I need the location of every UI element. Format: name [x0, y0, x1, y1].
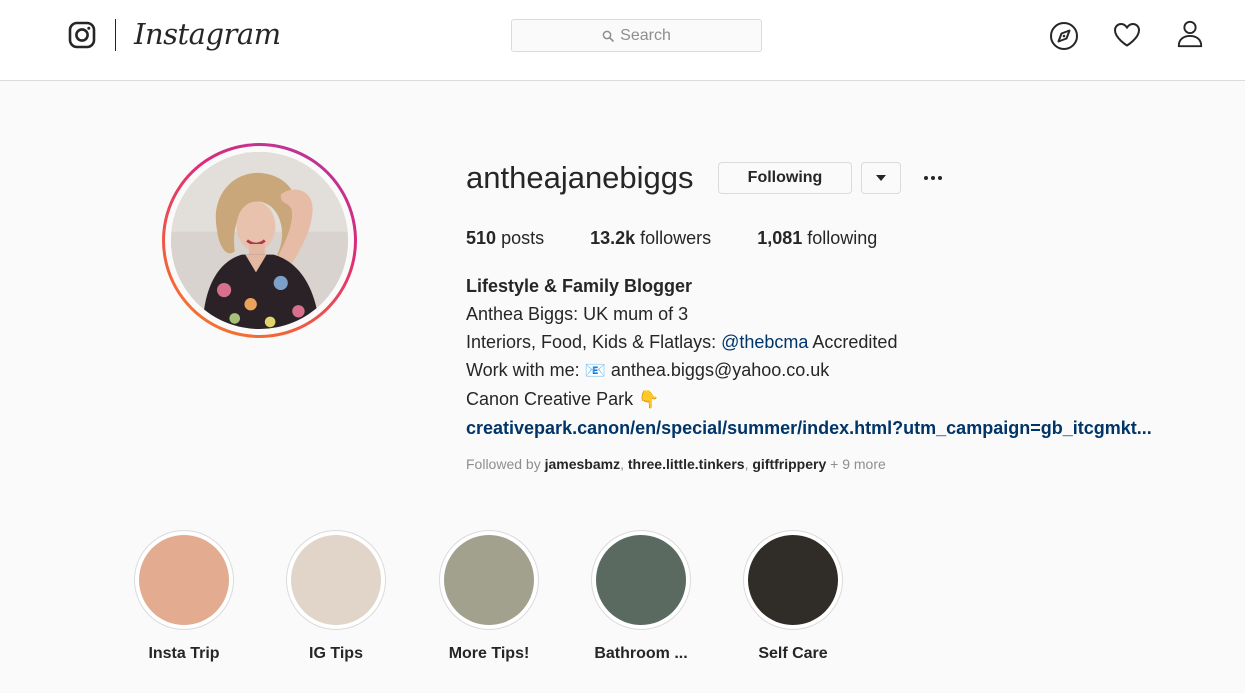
- bio-line: Work with me: 📧 anthea.biggs@yahoo.co.uk: [466, 356, 1152, 385]
- stat-count: 1,081: [757, 228, 803, 248]
- dot-icon: [931, 176, 935, 180]
- followed-by-prefix: Followed by: [466, 456, 545, 472]
- heart-icon[interactable]: [1112, 20, 1142, 50]
- following-button[interactable]: Following: [718, 162, 852, 194]
- avatar-photo: [171, 152, 348, 329]
- highlight-cover: [439, 530, 539, 630]
- highlight-label: IG Tips: [309, 645, 363, 662]
- highlight-label: Bathroom ...: [594, 645, 688, 662]
- bio-text: Interiors, Food, Kids & Flatlays:: [466, 332, 722, 352]
- suggested-accounts-dropdown-button[interactable]: [861, 162, 901, 194]
- highlight-cover: [743, 530, 843, 630]
- highlight-label: Insta Trip: [148, 645, 220, 662]
- highlight-cover: [286, 530, 386, 630]
- search-icon: [602, 30, 614, 42]
- highlight-cover-disc: [444, 535, 534, 625]
- stat-count: 510: [466, 228, 497, 248]
- highlight-self-care[interactable]: Self Care: [733, 530, 853, 664]
- highlight-cover-disc: [748, 535, 838, 625]
- stat-posts: 510 posts: [466, 226, 544, 250]
- stat-label: following: [807, 228, 878, 248]
- stat-following[interactable]: 1,081 following: [757, 226, 877, 250]
- highlight-label: Self Care: [758, 645, 828, 662]
- more-options-button[interactable]: [918, 164, 948, 192]
- pointing-down-icon: 👇: [638, 390, 660, 409]
- stat-label: posts: [501, 228, 545, 248]
- stat-followers[interactable]: 13.2k followers: [590, 226, 711, 250]
- profile-username: antheajanebiggs: [466, 160, 694, 195]
- highlight-cover: [591, 530, 691, 630]
- separator: ,: [620, 456, 628, 472]
- dot-icon: [924, 176, 928, 180]
- highlight-label: More Tips!: [448, 645, 530, 662]
- compass-icon[interactable]: [1049, 21, 1079, 51]
- instagram-wordmark[interactable]: Instagram: [134, 14, 281, 54]
- profile-bio: Lifestyle & Family Blogger Anthea Biggs:…: [466, 272, 1152, 442]
- highlight-insta-trip[interactable]: Insta Trip: [124, 530, 244, 664]
- followed-by-account[interactable]: jamesbamz: [545, 456, 620, 472]
- dot-icon: [938, 176, 942, 180]
- stat-label: followers: [640, 228, 712, 248]
- bio-text: Accredited: [808, 332, 898, 352]
- highlight-bathroom[interactable]: Bathroom ...: [581, 530, 701, 664]
- person-icon[interactable]: [1175, 19, 1205, 49]
- highlight-more-tips[interactable]: More Tips!: [429, 530, 549, 664]
- search-input[interactable]: Search: [511, 19, 762, 52]
- logo-divider: [115, 19, 116, 51]
- profile-avatar[interactable]: [162, 143, 357, 338]
- followed-by-account[interactable]: three.little.tinkers: [628, 456, 745, 472]
- bio-line: Canon Creative Park 👇: [466, 385, 1152, 414]
- bio-line: Interiors, Food, Kids & Flatlays: @thebc…: [466, 328, 1152, 356]
- bio-text: Work with me:: [466, 360, 585, 380]
- bio-line: Anthea Biggs: UK mum of 3: [466, 304, 689, 324]
- followed-by-more: + 9 more: [826, 456, 886, 472]
- stat-count: 13.2k: [590, 228, 636, 248]
- search-placeholder: Search: [620, 26, 671, 44]
- bio-mention-link[interactable]: @thebcma: [721, 332, 808, 352]
- highlight-ig-tips[interactable]: IG Tips: [276, 530, 396, 664]
- highlight-cover-disc: [596, 535, 686, 625]
- highlight-cover-disc: [291, 535, 381, 625]
- followed-by-account[interactable]: giftfrippery: [752, 456, 826, 472]
- bio-display-name: Lifestyle & Family Blogger: [466, 276, 693, 296]
- highlight-cover: [134, 530, 234, 630]
- profile-stats: 510 posts 13.2k followers 1,081 followin…: [466, 226, 923, 250]
- instagram-glyph-icon[interactable]: [68, 21, 96, 49]
- followed-by[interactable]: Followed by jamesbamz, three.little.tink…: [466, 455, 886, 473]
- envelope-icon: 📧: [584, 361, 606, 380]
- caret-down-icon: [876, 175, 886, 181]
- top-nav: Instagram Search: [0, 0, 1245, 81]
- highlight-cover-disc: [139, 535, 229, 625]
- bio-email: anthea.biggs@yahoo.co.uk: [605, 360, 830, 380]
- bio-text: Canon Creative Park: [466, 389, 639, 409]
- bio-website-link[interactable]: creativepark.canon/en/special/summer/ind…: [466, 414, 1152, 442]
